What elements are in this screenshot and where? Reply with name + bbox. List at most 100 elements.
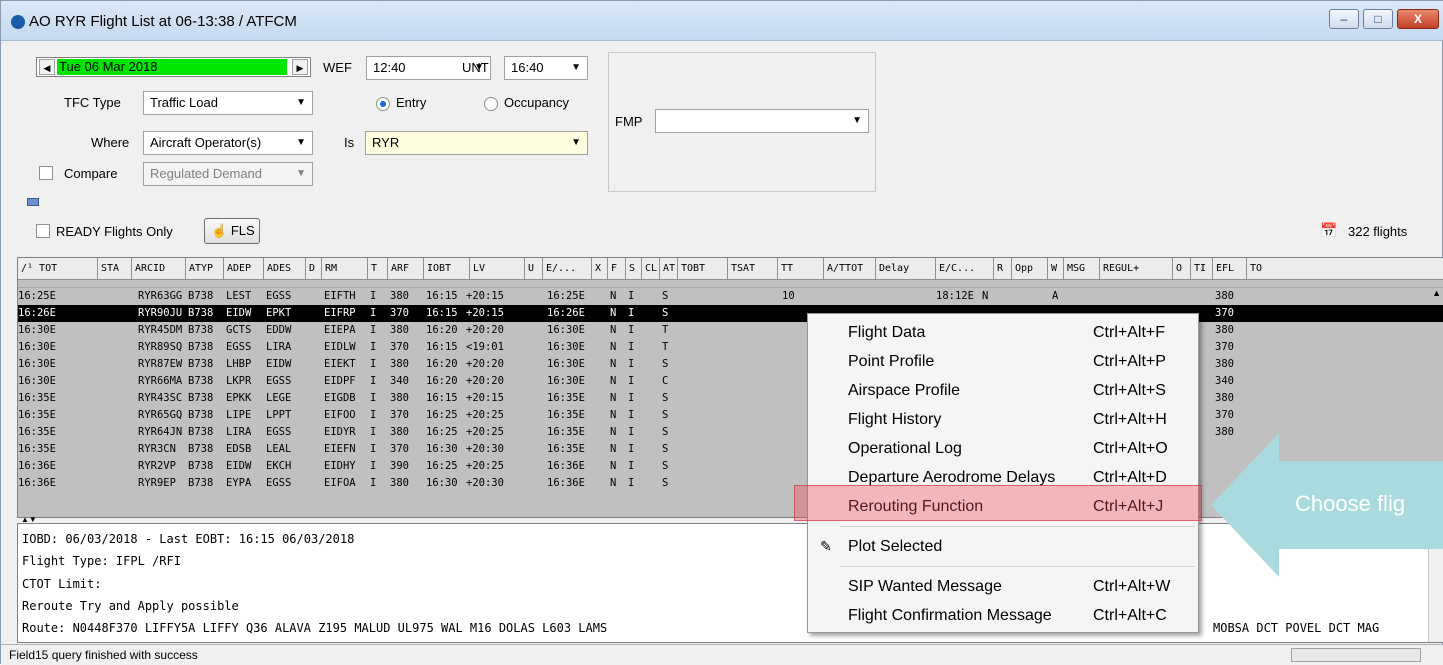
column-header[interactable]: ARF bbox=[388, 258, 424, 280]
cell-tot: 16:30E bbox=[18, 341, 56, 353]
column-header[interactable]: ARCID bbox=[132, 258, 186, 280]
menu-item-flight-data[interactable]: Flight Data Ctrl+Alt+F bbox=[808, 318, 1198, 347]
column-header[interactable]: EFL bbox=[1213, 258, 1247, 280]
column-header[interactable]: X bbox=[592, 258, 608, 280]
cell-adep: EYPA bbox=[226, 477, 252, 489]
column-header[interactable]: STA bbox=[98, 258, 132, 280]
table-row[interactable]: 16:25E RYR63GG B738 LEST EGSS EIFTH I 380 16:15 +… bbox=[18, 288, 1443, 305]
column-header[interactable]: TSAT bbox=[728, 258, 778, 280]
occupancy-radio[interactable] bbox=[484, 97, 498, 111]
minimize-button[interactable]: – bbox=[1329, 9, 1359, 29]
is-select[interactable]: RYR ▼ bbox=[365, 131, 588, 155]
window-title: AO RYR Flight List at 06-13:38 / ATFCM bbox=[29, 13, 297, 30]
menu-item-point-profile[interactable]: Point Profile Ctrl+Alt+P bbox=[808, 347, 1198, 376]
cell-rm: EIDLW bbox=[324, 341, 356, 353]
menu-separator bbox=[840, 526, 1195, 527]
column-header[interactable]: AT bbox=[660, 258, 678, 280]
detail-line: CTOT Limit: bbox=[22, 577, 102, 591]
date-prev-button[interactable]: ◀ bbox=[39, 59, 55, 75]
cell-f: N bbox=[610, 460, 617, 472]
cell-arf: 380 bbox=[390, 324, 409, 336]
cell-arf: 370 bbox=[390, 307, 409, 319]
column-header[interactable]: A/TTOT bbox=[824, 258, 876, 280]
maximize-button[interactable]: □ bbox=[1363, 9, 1393, 29]
menu-item-sip-wanted-message[interactable]: SIP Wanted Message Ctrl+Alt+W bbox=[808, 572, 1198, 601]
menu-item-airspace-profile[interactable]: Airspace Profile Ctrl+Alt+S bbox=[808, 376, 1198, 405]
unt-select[interactable]: 16:40 ▼ bbox=[504, 56, 588, 80]
cell-ec: 18:12E bbox=[936, 290, 974, 302]
column-header[interactable]: D bbox=[306, 258, 322, 280]
cell-atyp: B738 bbox=[188, 341, 214, 353]
table-row[interactable]: 16:35E RYR43SC B738 EPKK LEGE EIGDB I 380 16:15 +… bbox=[18, 390, 1443, 407]
cell-lv: +20:30 bbox=[466, 443, 504, 455]
column-header[interactable]: E/C... bbox=[936, 258, 994, 280]
column-header[interactable]: IOBT bbox=[424, 258, 470, 280]
table-row[interactable]: 16:30E RYR45DM B738 GCTS EDDW EIEPA I 380 16:20 +… bbox=[18, 322, 1443, 339]
column-header[interactable]: REGUL+ bbox=[1100, 258, 1173, 280]
column-header[interactable]: ADEP bbox=[224, 258, 264, 280]
column-header[interactable]: LV bbox=[470, 258, 525, 280]
column-header[interactable]: RM bbox=[322, 258, 368, 280]
column-header[interactable]: ATYP bbox=[186, 258, 224, 280]
column-header[interactable]: S bbox=[626, 258, 642, 280]
column-header[interactable]: MSG bbox=[1064, 258, 1100, 280]
menu-item-plot-selected[interactable]: ✎ Plot Selected bbox=[808, 532, 1198, 561]
fls-button[interactable]: ☝ FLS bbox=[204, 218, 260, 244]
column-header[interactable]: T bbox=[368, 258, 388, 280]
column-header[interactable]: W bbox=[1048, 258, 1064, 280]
cell-efl: 340 bbox=[1215, 375, 1234, 387]
cell-efl: 380 bbox=[1215, 392, 1234, 404]
column-header[interactable]: CL bbox=[642, 258, 660, 280]
column-header[interactable]: TOBT bbox=[678, 258, 728, 280]
where-select[interactable]: Aircraft Operator(s) ▼ bbox=[143, 131, 313, 155]
column-header[interactable]: TO bbox=[1247, 258, 1443, 280]
ready-flights-checkbox[interactable] bbox=[36, 224, 50, 238]
column-header[interactable]: ADES bbox=[264, 258, 306, 280]
scroll-up-icon[interactable]: ▲ bbox=[1432, 288, 1441, 298]
table-row[interactable]: 16:26E RYR90JU B738 EIDW EPKT EIFRP I 370 16:15 +… bbox=[18, 305, 1443, 322]
cell-e: 16:30E bbox=[547, 375, 585, 387]
menu-item-operational-log[interactable]: Operational Log Ctrl+Alt+O bbox=[808, 434, 1198, 463]
tfc-type-select[interactable]: Traffic Load ▼ bbox=[143, 91, 313, 115]
table-row[interactable]: 16:35E RYR65GQ B738 LIPE LPPT EIFOO I 370 16:25 +… bbox=[18, 407, 1443, 424]
column-header[interactable]: F bbox=[608, 258, 626, 280]
table-row[interactable]: 16:30E RYR66MA B738 LKPR EGSS EIDPF I 340 16:20 +… bbox=[18, 373, 1443, 390]
column-header[interactable]: O bbox=[1173, 258, 1191, 280]
menu-item-shortcut: Ctrl+Alt+P bbox=[1093, 353, 1166, 370]
cell-rm: EIGDB bbox=[324, 392, 356, 404]
cell-at: C bbox=[662, 375, 669, 387]
cell-efl: 380 bbox=[1215, 324, 1234, 336]
menu-item-flight-history[interactable]: Flight History Ctrl+Alt+H bbox=[808, 405, 1198, 434]
cell-iobt: 16:15 bbox=[426, 341, 458, 353]
compare-checkbox[interactable] bbox=[39, 166, 53, 180]
cell-ades: EGSS bbox=[266, 290, 292, 302]
column-header[interactable]: E/... bbox=[543, 258, 592, 280]
table-row[interactable]: 16:30E RYR87EW B738 LHBP EIDW EIEKT I 380 16:20 +… bbox=[18, 356, 1443, 373]
cell-lv: +20:20 bbox=[466, 324, 504, 336]
cell-atyp: B738 bbox=[188, 477, 214, 489]
date-spinner[interactable]: ◀ Tue 06 Mar 2018 ▶ bbox=[36, 57, 311, 77]
title-bar: AO RYR Flight List at 06-13:38 / ATFCM –… bbox=[1, 1, 1443, 41]
cell-rm: EIEPA bbox=[324, 324, 356, 336]
date-next-button[interactable]: ▶ bbox=[292, 59, 308, 75]
cell-atyp: B738 bbox=[188, 392, 214, 404]
cell-at: S bbox=[662, 358, 669, 370]
menu-item-flight-confirmation-message[interactable]: Flight Confirmation Message Ctrl+Alt+C bbox=[808, 601, 1198, 630]
column-header[interactable]: Opp bbox=[1012, 258, 1048, 280]
close-button[interactable]: X bbox=[1397, 9, 1439, 29]
table-row[interactable]: 16:30E RYR89SQ B738 EGSS LIRA EIDLW I 370 16:15 <… bbox=[18, 339, 1443, 356]
date-value: Tue 06 Mar 2018 bbox=[57, 59, 287, 75]
column-header[interactable]: /¹ TOT bbox=[18, 258, 98, 280]
wef-value: 12:40 bbox=[373, 60, 406, 75]
collapse-icon[interactable] bbox=[27, 198, 39, 206]
column-header[interactable]: R bbox=[994, 258, 1012, 280]
detail-line: Reroute Try and Apply possible bbox=[22, 599, 239, 613]
ready-flights-label: READY Flights Only bbox=[56, 224, 173, 239]
column-header[interactable]: TT bbox=[778, 258, 824, 280]
column-header[interactable]: U bbox=[525, 258, 543, 280]
splitter-arrows-icon[interactable]: ▲▼ bbox=[21, 516, 37, 524]
fmp-select[interactable]: ▼ bbox=[655, 109, 869, 133]
entry-radio[interactable] bbox=[376, 97, 390, 111]
column-header[interactable]: TI bbox=[1191, 258, 1213, 280]
column-header[interactable]: Delay bbox=[876, 258, 936, 280]
